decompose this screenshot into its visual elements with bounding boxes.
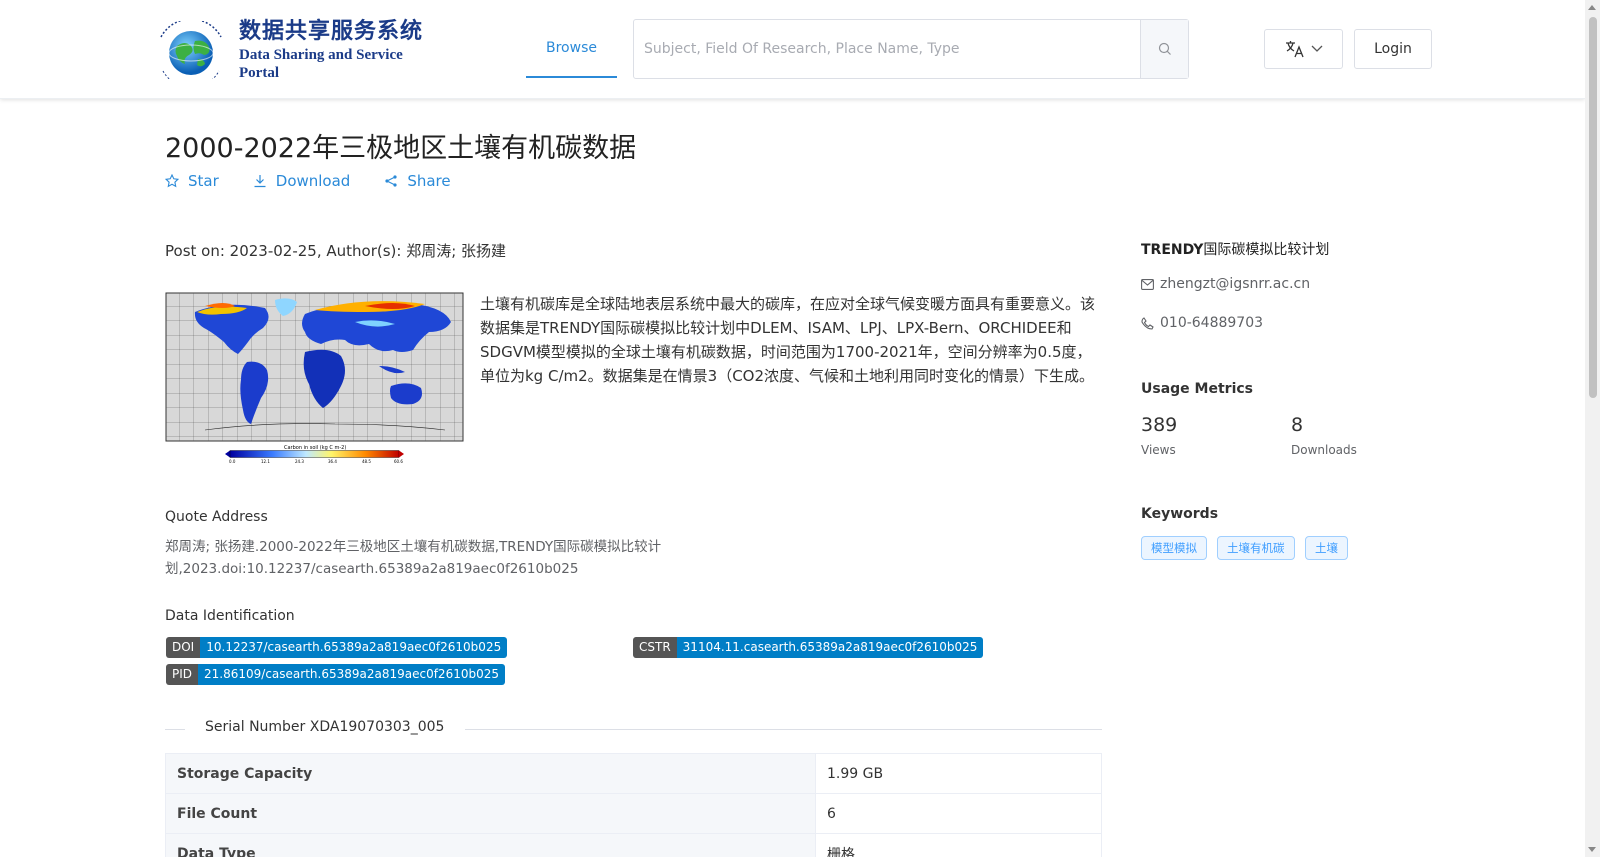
table-value: 6: [815, 793, 1102, 834]
table-value: 1.99 GB: [815, 753, 1102, 794]
table-value: 栅格: [815, 833, 1102, 857]
logo-text: 数据共享服务系统 Data Sharing and Service Portal: [239, 18, 440, 82]
star-label: Star: [188, 172, 219, 190]
colorbar-tick: 24.3: [295, 459, 304, 464]
table-row: File Count 6: [165, 793, 1102, 834]
downloads-label: Downloads: [1291, 443, 1357, 457]
cstr-badge[interactable]: CSTR 31104.11.casearth.65389a2a819aec0f2…: [633, 637, 984, 658]
views-label: Views: [1141, 443, 1176, 457]
share-label: Share: [407, 172, 451, 190]
doi-badge-value: 10.12237/casearth.65389a2a819aec0f2610b0…: [200, 637, 508, 658]
dataset-abstract: 土壤有机碳库是全球陆地表层系统中最大的碳库，在应对全球气候变暖方面具有重要意义。…: [480, 295, 1096, 385]
mail-icon: [1141, 278, 1154, 290]
pid-badge-value: 21.86109/casearth.65389a2a819aec0f2610b0…: [198, 664, 505, 685]
globe-logo-icon: [153, 18, 233, 88]
contact-email[interactable]: zhengzt@igsnrr.ac.cn: [1141, 276, 1310, 292]
search-icon: [1158, 42, 1171, 55]
share-icon: [385, 175, 397, 187]
email-text: zhengzt@igsnrr.ac.cn: [1160, 276, 1311, 292]
keyword-tag[interactable]: 模型模拟: [1141, 536, 1207, 560]
table-key: Data Type: [165, 833, 816, 857]
search-button[interactable]: [1140, 20, 1188, 78]
phone-text: 010-64889703: [1160, 315, 1264, 331]
data-identification-label: Data Identification: [165, 608, 295, 624]
views-count: 389: [1141, 414, 1178, 436]
download-button[interactable]: Download: [253, 172, 351, 190]
top-header: 数据共享服务系统 Data Sharing and Service Portal…: [0, 0, 1585, 99]
star-icon: [165, 174, 179, 188]
pid-badge[interactable]: PID 21.86109/casearth.65389a2a819aec0f26…: [166, 664, 505, 685]
organization-name-rest: 国际碳模拟比较计划: [1203, 242, 1330, 258]
download-icon: [254, 175, 266, 188]
usage-metrics-title: Usage Metrics: [1141, 381, 1253, 397]
logo-title-cn: 数据共享服务系统: [239, 19, 424, 44]
phone-icon: [1141, 316, 1154, 330]
colorbar-title: Carbon in soil (kg C m-2): [284, 445, 346, 451]
cstr-badge-value: 31104.11.casearth.65389a2a819aec0f2610b0…: [676, 637, 984, 658]
scroll-down-arrow-icon[interactable]: [1588, 847, 1596, 852]
colorbar-tick: 0.0: [229, 459, 236, 464]
organization-name[interactable]: TRENDY国际碳模拟比较计划: [1141, 239, 1329, 259]
nav-browse-tab[interactable]: Browse: [526, 20, 617, 78]
quote-address-label: Quote Address: [165, 509, 268, 525]
share-button[interactable]: Share: [384, 172, 451, 190]
translate-icon: [1285, 41, 1304, 58]
search-input[interactable]: [634, 20, 1140, 78]
serial-number: Serial Number XDA19070303_005: [205, 719, 445, 735]
colorbar-tick: 36.4: [328, 459, 337, 464]
table-key: File Count: [165, 793, 816, 834]
page-title: 2000-2022年三极地区土壤有机碳数据: [165, 133, 637, 164]
download-label: Download: [275, 172, 351, 190]
table-row: Data Type 栅格: [165, 833, 1102, 857]
keywords-title: Keywords: [1141, 506, 1219, 522]
doi-badge-key: DOI: [166, 637, 201, 658]
page-scrollbar[interactable]: [1585, 0, 1600, 857]
cstr-badge-key: CSTR: [633, 637, 677, 658]
keyword-tag[interactable]: 土壤有机碳: [1217, 536, 1295, 560]
keyword-tag[interactable]: 土壤: [1305, 536, 1348, 560]
colorbar-tick: 48.5: [362, 459, 371, 464]
divider-line: [165, 729, 185, 730]
colorbar-tick: 12.1: [261, 459, 270, 464]
chevron-down-icon: [1311, 45, 1322, 52]
divider-line: [465, 729, 1102, 730]
quote-address-text: 郑周涛; 张扬建.2000-2022年三极地区土壤有机碳数据,TRENDY国际碳…: [165, 539, 662, 577]
search-box: [633, 19, 1189, 79]
scrollbar-thumb[interactable]: [1589, 17, 1597, 398]
scroll-up-arrow-icon[interactable]: [1588, 5, 1596, 10]
login-button[interactable]: Login: [1354, 29, 1432, 69]
pid-badge-key: PID: [166, 664, 199, 685]
dataset-actions: Star Download Share: [165, 172, 451, 190]
star-button[interactable]: Star: [165, 172, 219, 190]
contact-phone[interactable]: 010-64889703: [1141, 315, 1263, 331]
table-row: Storage Capacity 1.99 GB: [165, 753, 1102, 794]
serial-number-divider: Serial Number XDA19070303_005: [165, 719, 1102, 739]
table-key: Storage Capacity: [165, 753, 816, 794]
doi-badge[interactable]: DOI 10.12237/casearth.65389a2a819aec0f26…: [166, 637, 508, 658]
language-switch-button[interactable]: [1264, 29, 1343, 69]
post-info: Post on: 2023-02-25, Author(s): 郑周涛; 张扬建: [165, 242, 507, 260]
dataset-info-table: Storage Capacity 1.99 GB File Count 6 Da…: [165, 753, 1102, 857]
organization-name-bold: TRENDY: [1141, 242, 1204, 258]
logo-title-en: Data Sharing and Service Portal: [239, 47, 403, 81]
downloads-count: 8: [1291, 414, 1304, 436]
colorbar-tick: 60.6: [394, 459, 403, 464]
dataset-thumbnail-map[interactable]: Carbon in soil (kg C m-2) 0.0 12.1 24.3 …: [165, 292, 464, 464]
site-logo[interactable]: 数据共享服务系统 Data Sharing and Service Portal: [153, 18, 440, 88]
